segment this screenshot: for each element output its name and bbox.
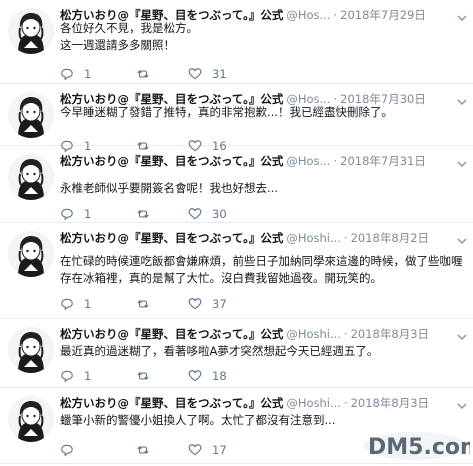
tweet[interactable]: 松方いおり@『星野、目をつぶって。』公式 @Hoshi... · 2018年8月2日 …	[0, 223, 473, 319]
reply-button[interactable]: 1	[60, 206, 120, 222]
retweet-button[interactable]	[136, 206, 176, 222]
chevron-down-icon[interactable]	[457, 8, 467, 22]
reply-button[interactable]: 1	[60, 296, 120, 312]
like-button[interactable]: 17	[188, 442, 248, 458]
tweet-date[interactable]: 2018年7月31日	[340, 154, 426, 168]
author-handle[interactable]: @Hoshi...	[286, 231, 341, 245]
tweet-actions: 1 18	[60, 368, 280, 384]
separator-dot: ·	[343, 396, 348, 410]
avatar[interactable]	[8, 396, 54, 442]
separator-dot: ·	[343, 231, 348, 245]
chevron-down-icon[interactable]	[457, 396, 467, 410]
tweet[interactable]: 松方いおり@『星野、目をつぶって。』公式 @Hos... · 2018年7月31日 永…	[0, 146, 473, 223]
separator-dot: ·	[333, 154, 338, 168]
author-name[interactable]: 松方いおり@『星野、目をつぶって。』公式	[60, 396, 283, 410]
like-count: 18	[212, 369, 227, 383]
tweet[interactable]: 松方いおり@『星野、目をつぶって。』公式 @Hoshi... · 2018年8月3日 …	[0, 319, 473, 388]
tweet-header: 松方いおり@『星野、目をつぶって。』公式 @Hoshi... · 2018年8月3日	[60, 325, 453, 343]
chevron-down-icon[interactable]	[457, 154, 467, 168]
author-handle[interactable]: @Hos...	[286, 154, 330, 168]
site-watermark: DM5.com	[360, 428, 473, 462]
like-count: 17	[212, 443, 227, 457]
reply-count: 1	[84, 207, 92, 221]
reply-count: 1	[84, 369, 92, 383]
reply-count: 1	[84, 297, 92, 311]
tweet-date[interactable]: 2018年8月2日	[351, 231, 429, 245]
tweet-text: 最近真的過迷糊了，看著哆啦A夢才突然想起今天已經週五了。	[60, 344, 379, 358]
tweet-text: 在忙碌的時候連吃飯都會嫌麻煩，前些日子加納同學來這邊的時候，做了些咖喱存在冰箱裡…	[60, 254, 463, 285]
author-name[interactable]: 松方いおり@『星野、目をつぶって。』公式	[60, 327, 283, 341]
tweet-actions: 1 31	[60, 66, 280, 82]
retweet-button[interactable]	[136, 66, 176, 82]
like-button[interactable]: 30	[188, 206, 248, 222]
retweet-button[interactable]	[136, 296, 176, 312]
tweet-date[interactable]: 2018年8月3日	[351, 396, 429, 410]
chevron-down-icon[interactable]	[457, 327, 467, 341]
tweet[interactable]: 松方いおり@『星野、目をつぶって。』公式 @Hos... · 2018年7月30日 今…	[0, 84, 473, 153]
chevron-down-icon[interactable]	[457, 92, 467, 106]
author-handle[interactable]: @Hoshi...	[286, 327, 341, 341]
reply-count: 1	[84, 67, 92, 81]
avatar[interactable]	[8, 92, 54, 138]
like-button[interactable]: 31	[188, 66, 248, 82]
like-count: 31	[212, 67, 227, 81]
avatar[interactable]	[8, 327, 54, 373]
chevron-down-icon[interactable]	[457, 231, 467, 245]
author-handle[interactable]: @Hoshi...	[286, 396, 341, 410]
like-button[interactable]: 37	[188, 296, 248, 312]
reply-button[interactable]	[60, 442, 120, 458]
retweet-button[interactable]	[136, 368, 176, 384]
tweet-actions: 1 30	[60, 206, 280, 222]
reply-button[interactable]: 1	[60, 66, 120, 82]
tweet-header: 松方いおり@『星野、目をつぶって。』公式 @Hoshi... · 2018年8月2日	[60, 229, 453, 247]
like-count: 30	[212, 207, 227, 221]
tweet-header: 松方いおり@『星野、目をつぶって。』公式 @Hos... · 2018年7月31日	[60, 152, 453, 170]
avatar[interactable]	[8, 8, 54, 54]
author-name[interactable]: 松方いおり@『星野、目をつぶって。』公式	[60, 231, 283, 245]
avatar[interactable]	[8, 154, 54, 200]
tweet-date[interactable]: 2018年8月3日	[351, 327, 429, 341]
avatar[interactable]	[8, 231, 54, 277]
like-count: 37	[212, 297, 227, 311]
tweet-text: 蠟筆小新的警優小姐換人了啊。太忙了都沒有注意到...	[60, 413, 336, 427]
separator-dot: ·	[343, 327, 348, 341]
tweet-text: 永椎老師似乎要開簽名會呢！我也好想去...	[60, 181, 278, 195]
tweet[interactable]: 松方いおり@『星野、目をつぶって。』公式 @Hos... · 2018年7月29日 各…	[0, 0, 473, 84]
retweet-button[interactable]	[136, 442, 176, 458]
tweet-text: 今早睡迷糊了發錯了推特，真的非常抱歉...！我已經盡快刪除了。	[60, 105, 393, 119]
tweet-actions: 1 37	[60, 296, 280, 312]
reply-button[interactable]: 1	[60, 368, 120, 384]
author-name[interactable]: 松方いおり@『星野、目をつぶって。』公式	[60, 154, 283, 168]
tweet-header: 松方いおり@『星野、目をつぶって。』公式 @Hoshi... · 2018年8月3日	[60, 394, 453, 412]
tweet-actions: 17	[60, 442, 280, 458]
like-button[interactable]: 18	[188, 368, 248, 384]
watermark-text: DM5.com	[368, 435, 470, 460]
tweet-text: 各位好久不見，我是松方。 这一週還請多多關照！	[60, 21, 198, 52]
